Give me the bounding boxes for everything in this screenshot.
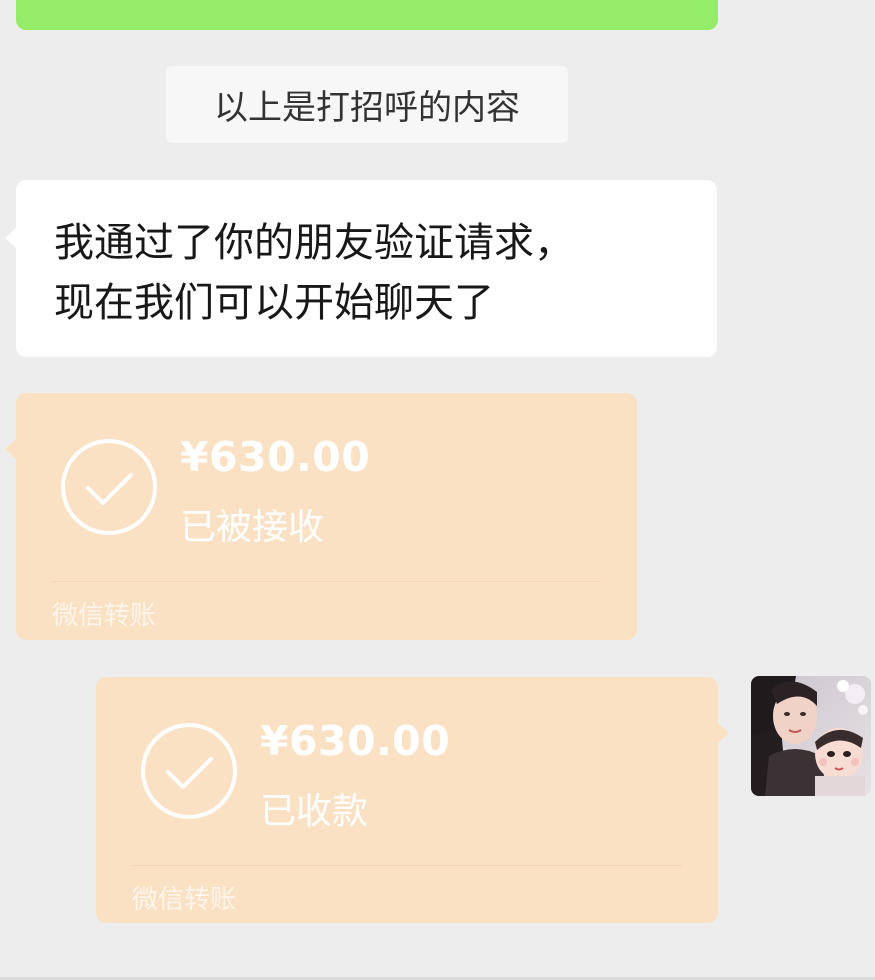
transfer-status: 已被接收 [180, 507, 325, 548]
transfer-divider [132, 865, 682, 866]
transfer-footer-label: 微信转账 [52, 601, 157, 631]
transfer-amount: ¥630.00 [260, 717, 451, 765]
transfer-status: 已收款 [260, 791, 369, 832]
transfer-amount: ¥630.00 [180, 433, 371, 481]
system-tip: 以上是打招呼的内容 [166, 66, 568, 143]
message-text-line-2: 现在我们可以开始聊天了 [54, 280, 494, 326]
transfer-message-received[interactable]: ¥630.00 已被接收 微信转账 [5, 393, 637, 640]
received-text-message[interactable]: 我通过了你的朋友验证请求， 现在我们可以开始聊天了 [5, 180, 717, 357]
transfer-divider [52, 581, 601, 582]
check-circle-icon [141, 723, 237, 819]
system-tip-text: 以上是打招呼的内容 [214, 88, 520, 128]
sent-message-bubble[interactable] [16, 0, 718, 30]
avatar-image [751, 676, 871, 796]
user-avatar[interactable] [751, 676, 871, 796]
message-text-line-1: 我通过了你的朋友验证请求， [54, 220, 574, 266]
transfer-footer-label: 微信转账 [132, 885, 237, 915]
check-circle-icon [61, 439, 157, 535]
transfer-message-sent[interactable]: ¥630.00 已收款 微信转账 [96, 677, 729, 923]
